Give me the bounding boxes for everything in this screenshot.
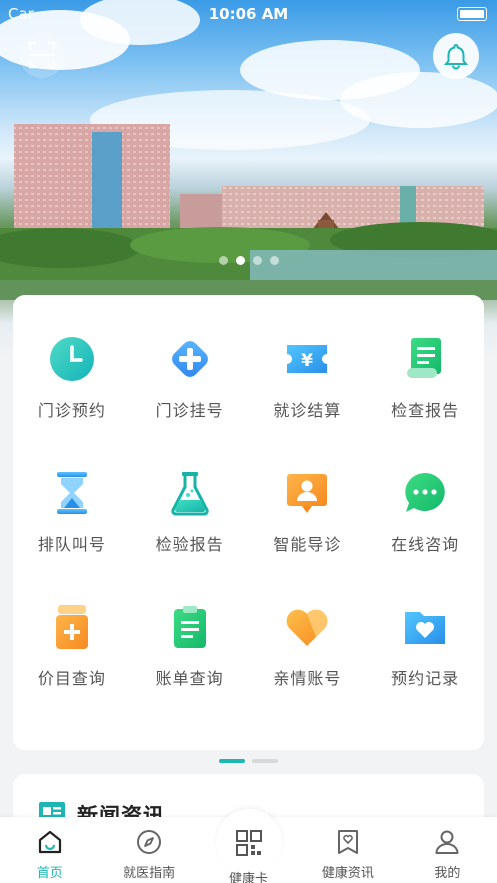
clock-icon: [48, 335, 96, 383]
grid-item-outpatient-registration[interactable]: 门诊挂号: [131, 335, 249, 421]
grid-item-exam-report[interactable]: 检查报告: [366, 335, 484, 421]
notification-button[interactable]: [433, 33, 479, 79]
grid-item-label: 排队叫号: [37, 535, 106, 554]
compass-icon: [137, 830, 162, 854]
bell-icon: [443, 43, 469, 70]
hourglass-icon: [48, 469, 96, 517]
grid-item-online-consult[interactable]: 在线咨询: [366, 469, 484, 555]
scan-button[interactable]: [19, 32, 65, 78]
grid-item-smart-triage[interactable]: 智能导诊: [249, 469, 367, 555]
tab-label: 首页: [36, 866, 63, 881]
grid-item-label: 价目查询: [37, 669, 106, 688]
tab-home[interactable]: 首页: [0, 817, 99, 883]
grid-item-label: 预约记录: [391, 669, 460, 688]
chat-bubble-icon: [401, 469, 449, 517]
grid-item-outpatient-appointment[interactable]: 门诊预约: [13, 335, 131, 421]
clipboard-icon: [166, 603, 214, 651]
scroll-report-icon: [401, 335, 449, 383]
service-grid-card: 门诊预约 门诊挂号 ¥ 就诊结算 检查报告 排队叫号 检验报告 智能导诊 在线咨…: [13, 295, 484, 750]
page-indicator-active[interactable]: [219, 759, 245, 763]
heart-folder-icon: [401, 603, 449, 651]
carousel-dot-active[interactable]: [235, 256, 245, 265]
grid-item-label: 门诊挂号: [155, 401, 224, 420]
grid-item-lab-report[interactable]: 检验报告: [131, 469, 249, 555]
flask-icon: [166, 469, 214, 517]
carousel-dot[interactable]: [252, 256, 262, 265]
plus-cross-icon: [166, 335, 214, 383]
grid-item-family-account[interactable]: 亲情账号: [249, 603, 367, 689]
status-bar: Car 10:06 AM: [0, 0, 497, 28]
tab-medical-guide[interactable]: 就医指南: [99, 817, 198, 883]
person-board-icon: [283, 469, 331, 517]
tab-health-news[interactable]: 健康资讯: [298, 817, 397, 883]
heart-icon: [283, 603, 331, 651]
grid-item-label: 门诊预约: [37, 401, 106, 420]
grid-item-label: 检验报告: [155, 535, 224, 554]
grid-item-label: 在线咨询: [391, 535, 460, 554]
grid-item-label: 智能导诊: [273, 535, 342, 554]
user-icon: [435, 830, 459, 854]
grid-item-label: 检查报告: [391, 401, 460, 420]
service-grid: 门诊预约 门诊挂号 ¥ 就诊结算 检查报告 排队叫号 检验报告 智能导诊 在线咨…: [13, 335, 484, 689]
tab-mine[interactable]: 我的: [398, 817, 497, 883]
grid-item-bill-query[interactable]: 账单查询: [131, 603, 249, 689]
grid-item-label: 亲情账号: [273, 669, 342, 688]
clock-label: 10:06 AM: [208, 5, 289, 23]
carousel-dot[interactable]: [269, 256, 279, 265]
grid-item-visit-settlement[interactable]: ¥ 就诊结算: [249, 335, 367, 421]
home-icon: [38, 830, 61, 854]
bottom-tab-bar: 首页 就医指南 健康卡 健康资讯 我的: [0, 809, 497, 883]
grid-item-label: 就诊结算: [273, 401, 342, 420]
scan-icon: [28, 41, 56, 69]
tab-label: 就医指南: [123, 866, 176, 881]
battery-icon: [457, 7, 487, 21]
grid-page-indicator: [0, 759, 497, 763]
medicine-bottle-icon: [48, 603, 96, 651]
svg-text:¥: ¥: [301, 351, 313, 371]
tab-label: 健康卡: [229, 872, 269, 883]
grid-item-appointment-records[interactable]: 预约记录: [366, 603, 484, 689]
yen-ticket-icon: ¥: [283, 335, 331, 383]
tab-health-card[interactable]: 健康卡: [199, 809, 298, 883]
tab-label: 我的: [434, 866, 461, 881]
carousel-indicator: [0, 256, 497, 265]
grid-item-price-query[interactable]: 价目查询: [13, 603, 131, 689]
page-indicator[interactable]: [252, 759, 278, 763]
grid-item-label: 账单查询: [155, 669, 224, 688]
tab-label: 健康资讯: [321, 866, 374, 881]
heart-bookmark-icon: [337, 830, 358, 854]
qr-code-icon: [235, 829, 263, 861]
carousel-dot[interactable]: [218, 256, 228, 265]
grid-item-queue-calling[interactable]: 排队叫号: [13, 469, 131, 555]
